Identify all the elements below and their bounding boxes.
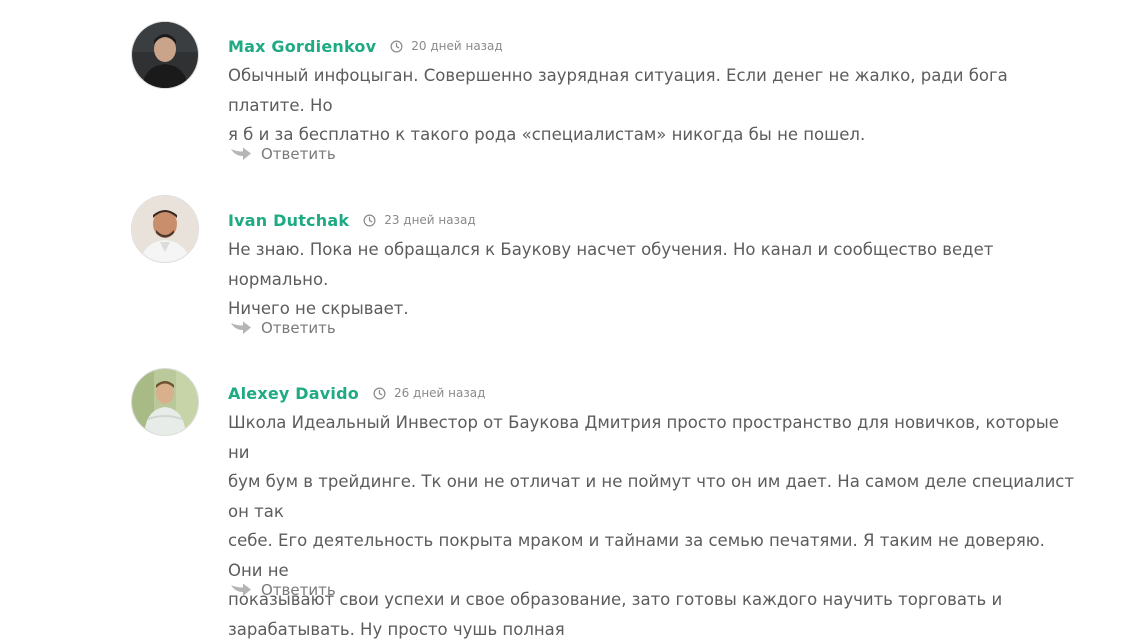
- clock-icon: [373, 387, 386, 399]
- avatar[interactable]: [131, 21, 199, 89]
- comment-meta: Ivan Dutchak 23 дней назад: [228, 207, 476, 233]
- comment-text: Не знаю. Пока не обращался к Баукову нас…: [228, 235, 1078, 324]
- comment-date-wrap: 26 дней назад: [373, 386, 485, 400]
- clock-icon: [363, 214, 376, 226]
- comment-meta: Alexey Davido 26 дней назад: [228, 380, 485, 406]
- comments-list: Max Gordienkov 20 дней назад Обычный инф…: [0, 0, 1144, 639]
- comment-meta: Max Gordienkov 20 дней назад: [228, 33, 503, 59]
- reply-button[interactable]: Ответить: [230, 581, 336, 599]
- comment-date-wrap: 23 дней назад: [363, 213, 476, 227]
- reply-arrow-icon: [231, 583, 251, 596]
- avatar[interactable]: [131, 195, 199, 263]
- comment-text: Школа Идеальный Инвестор от Баукова Дмит…: [228, 408, 1078, 639]
- avatar[interactable]: [131, 368, 199, 436]
- comment-text-line: Не знаю. Пока не обращался к Баукову нас…: [228, 240, 994, 289]
- comment-text-line: Школа Идеальный Инвестор от Баукова Дмит…: [228, 413, 1059, 462]
- comment-author[interactable]: Max Gordienkov: [228, 37, 376, 56]
- comment-date: 20 дней назад: [411, 39, 503, 53]
- comment-text-line: себе. Его деятельность покрыта мраком и …: [228, 531, 1045, 580]
- comment-author[interactable]: Alexey Davido: [228, 384, 359, 403]
- reply-label: Ответить: [261, 145, 336, 163]
- reply-button[interactable]: Ответить: [230, 145, 336, 163]
- clock-icon: [390, 40, 403, 52]
- comment-text-line: Обычный инфоцыган. Совершенно заурядная …: [228, 66, 1008, 115]
- reply-arrow-icon: [231, 147, 251, 160]
- comment-date: 23 дней назад: [384, 213, 476, 227]
- reply-label: Ответить: [261, 319, 336, 337]
- reply-arrow-icon: [231, 321, 251, 334]
- comment-text: Обычный инфоцыган. Совершенно заурядная …: [228, 61, 1078, 150]
- comment-author[interactable]: Ivan Dutchak: [228, 211, 349, 230]
- comment-text-line: зарабатывать. Ну просто чушь полная: [228, 619, 565, 639]
- comment-text-line: бум бум в трейдинге. Тк они не отличат и…: [228, 472, 1074, 521]
- reply-button[interactable]: Ответить: [230, 319, 336, 337]
- comment-text-line: я б и за бесплатно к такого рода «специа…: [228, 125, 866, 144]
- comment-date: 26 дней назад: [393, 386, 486, 400]
- comment-date-wrap: 20 дней назад: [390, 39, 503, 53]
- comment-text-line: показывают свои успехи и свое образовани…: [228, 590, 1003, 609]
- comment-text-line: Ничего не скрывает.: [228, 299, 409, 318]
- reply-label: Ответить: [261, 581, 336, 599]
